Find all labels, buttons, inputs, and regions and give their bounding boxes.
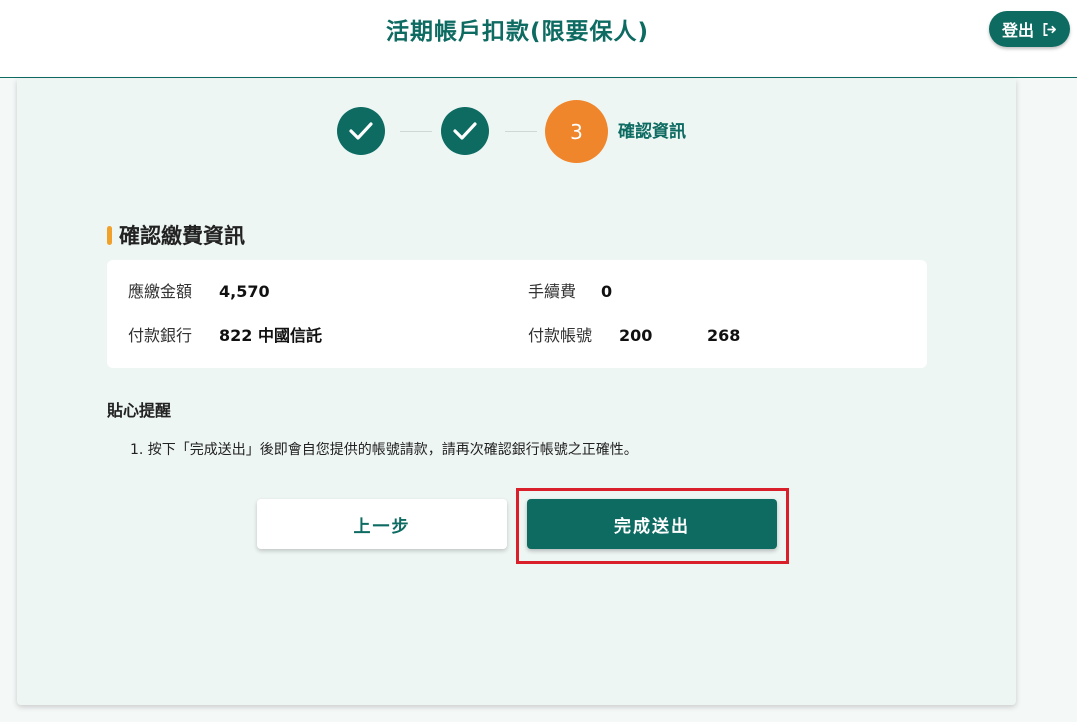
step-1-completed bbox=[337, 107, 385, 155]
step-2-completed bbox=[441, 107, 489, 155]
step-connector bbox=[400, 131, 432, 132]
fee-label: 手續費 bbox=[528, 282, 577, 301]
step-number: 3 bbox=[570, 119, 583, 144]
fee-value: 0 bbox=[601, 282, 613, 301]
section-title-text: 確認繳費資訊 bbox=[119, 224, 245, 248]
logout-button[interactable]: 登出 bbox=[989, 11, 1070, 47]
bank-value: 822 中國信託 bbox=[219, 326, 322, 345]
account-value-start: 200 bbox=[619, 326, 653, 345]
logout-label: 登出 bbox=[1001, 21, 1034, 40]
reminder-item: 1. 按下「完成送出」後即會自您提供的帳號請款，請再次確認銀行帳號之正確性。 bbox=[130, 442, 638, 458]
section-title: 確認繳費資訊 bbox=[107, 221, 245, 249]
step-3-current: 3 bbox=[545, 100, 608, 163]
reminder-title: 貼心提醒 bbox=[107, 401, 172, 420]
checkmark-icon bbox=[349, 122, 373, 140]
section-title-accent-bar bbox=[107, 225, 112, 245]
submit-button[interactable]: 完成送出 bbox=[527, 499, 777, 549]
main-card bbox=[17, 79, 1016, 705]
payment-info-box: 應繳金額 4,570 手續費 0 付款銀行 822 中國信託 付款帳號 200 … bbox=[107, 260, 927, 368]
amount-label: 應繳金額 bbox=[128, 282, 193, 301]
previous-step-button[interactable]: 上一步 bbox=[257, 499, 507, 549]
account-label: 付款帳號 bbox=[528, 326, 593, 345]
account-value-end: 268 bbox=[707, 326, 741, 345]
bank-label: 付款銀行 bbox=[128, 326, 193, 345]
step-3-label: 確認資訊 bbox=[618, 122, 686, 142]
logout-icon bbox=[1043, 22, 1056, 36]
page-title: 活期帳戶扣款(限要保人) bbox=[385, 19, 650, 45]
page-header: 活期帳戶扣款(限要保人) 登出 bbox=[0, 0, 1077, 78]
step-connector bbox=[505, 131, 537, 132]
amount-value: 4,570 bbox=[219, 282, 270, 301]
checkmark-icon bbox=[453, 122, 477, 140]
